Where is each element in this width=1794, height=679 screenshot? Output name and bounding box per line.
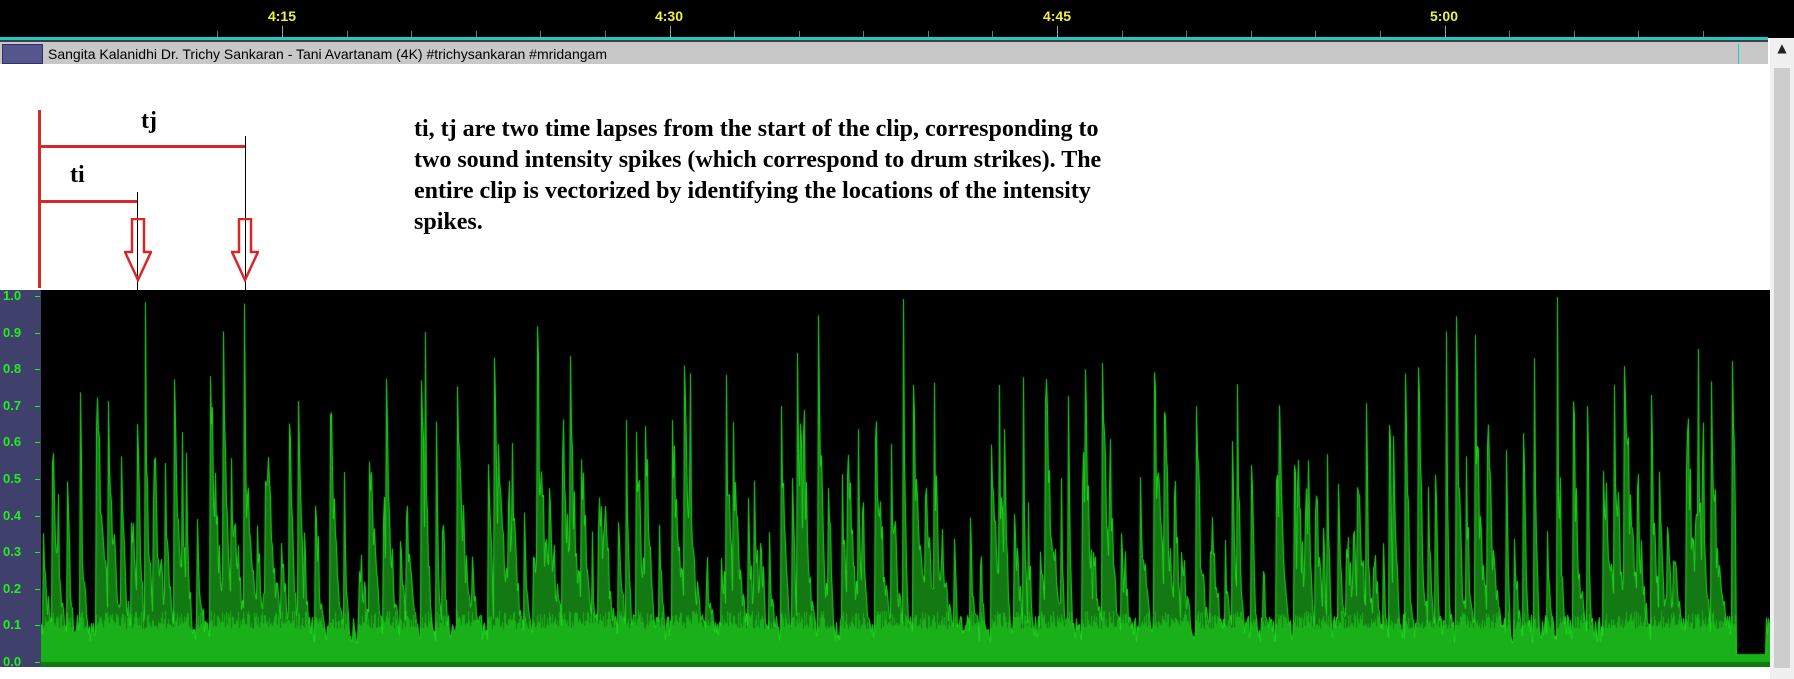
amplitude-tick [35, 552, 40, 553]
amplitude-tick-label: 0.3 [3, 544, 22, 559]
waveform-track[interactable]: 1.0 0.9 0.8 0.7 0.6 0.5 0.4 0.3 0.2 0.1 0.0 [0, 288, 1770, 669]
amplitude-tick [35, 516, 40, 517]
tj-label: tj [141, 108, 157, 134]
amplitude-axis: 1.0 0.9 0.8 0.7 0.6 0.5 0.4 0.3 0.2 0.1 0.0 [0, 288, 41, 669]
clip-end-marker [1738, 44, 1739, 64]
amplitude-tick [35, 406, 40, 407]
amplitude-tick-label: 1.0 [3, 288, 22, 303]
waveform-canvas[interactable] [41, 290, 1770, 667]
amplitude-tick [35, 479, 40, 480]
audio-editor-window: 4:15 4:30 4:45 5:00 Sangita Kalanidhi Dr… [0, 0, 1794, 679]
clip-header[interactable]: Sangita Kalanidhi Dr. Trichy Sankaran - … [0, 40, 1768, 64]
timeline-tick-label: 5:00 [1429, 8, 1459, 24]
scrollbar-thumb[interactable] [1774, 68, 1790, 668]
clip-start-line [38, 110, 41, 288]
ti-bracket [38, 200, 138, 203]
amplitude-tick [35, 369, 40, 370]
amplitude-tick-label: 0.6 [3, 434, 22, 449]
amplitude-tick-label: 0.7 [3, 398, 22, 413]
amplitude-tick [35, 625, 40, 626]
timeline-tick-label: 4:30 [654, 8, 684, 24]
ti-arrow-icon [124, 218, 152, 282]
amplitude-tick [35, 442, 40, 443]
timeline-tick-label: 4:15 [267, 8, 297, 24]
amplitude-tick-label: 0.0 [3, 654, 22, 669]
scroll-up-arrow-icon[interactable]: ▲ [1774, 40, 1790, 56]
timeline-ruler[interactable]: 4:15 4:30 4:45 5:00 [0, 0, 1794, 38]
amplitude-tick [35, 662, 40, 663]
clip-drag-handle[interactable] [2, 44, 43, 64]
tj-bracket [38, 145, 246, 148]
amplitude-tick-label: 0.2 [3, 581, 22, 596]
tj-arrow-icon [231, 218, 259, 282]
amplitude-tick [35, 589, 40, 590]
timeline-tick-label: 4:45 [1042, 8, 1072, 24]
amplitude-tick [35, 333, 40, 334]
amplitude-tick-label: 0.4 [3, 508, 22, 523]
amplitude-tick-label: 0.1 [3, 617, 22, 632]
amplitude-tick-label: 0.5 [3, 471, 22, 486]
amplitude-tick-label: 0.9 [3, 325, 22, 340]
annotation-overlay: tj ti ti, tj are two time lapses from th… [0, 64, 1770, 290]
ti-label: ti [70, 162, 85, 188]
clip-title: Sangita Kalanidhi Dr. Trichy Sankaran - … [48, 46, 607, 62]
annotation-text: ti, tj are two time lapses from the star… [414, 116, 1102, 235]
amplitude-tick-label: 0.8 [3, 361, 22, 376]
amplitude-tick [35, 296, 40, 297]
